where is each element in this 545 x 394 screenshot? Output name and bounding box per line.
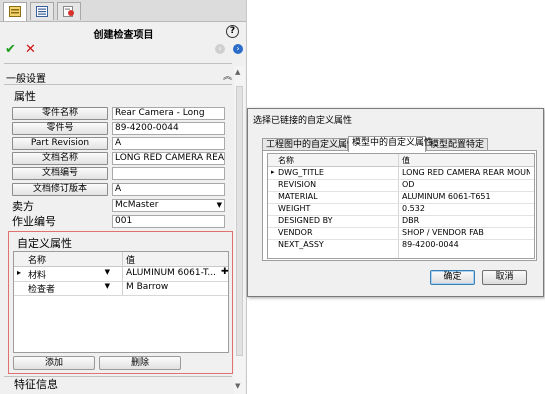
part-revision-field[interactable]: A: [112, 137, 225, 150]
property-name-select[interactable]: 检查者 ▼: [28, 282, 112, 295]
previous-page-icon[interactable]: ‹: [215, 44, 225, 54]
column-header-name: 名称: [28, 256, 47, 266]
link-property-icon[interactable]: ✚: [221, 267, 229, 277]
property-name: WEIGHT: [278, 204, 311, 213]
delete-button[interactable]: 删除: [99, 356, 181, 370]
page-title: 创建检查项目: [93, 30, 154, 41]
property-name: 检查者: [28, 285, 56, 295]
panel-header: 创建检查项目 ?: [0, 22, 247, 42]
table-row[interactable]: ▸ 材料 ▼ ALUMINUM 6061-T... ✚: [14, 267, 229, 282]
part-name-field[interactable]: Rear Camera - Long: [112, 107, 225, 120]
document-revision-field[interactable]: A: [112, 183, 225, 196]
document-number-field[interactable]: [112, 167, 225, 180]
chevron-down-icon[interactable]: ▼: [105, 282, 110, 290]
custom-properties-group: 自定义属性 名称 值 ▸ 材料 ▼ ALUMINUM 6061-T... ✚ 检查…: [8, 231, 233, 374]
property-value[interactable]: M Barrow: [126, 282, 222, 292]
row-pointer-icon: ▸: [17, 268, 22, 277]
property-value: LONG RED CAMERA REAR MOUNTI...: [402, 168, 530, 177]
scroll-up-icon[interactable]: ▲: [235, 68, 240, 76]
vendor-select[interactable]: McMaster ▼: [112, 199, 225, 212]
field-button-part-name[interactable]: 零件名称: [12, 107, 108, 120]
property-value: OD: [402, 180, 415, 189]
properties-group-title: 属性: [14, 90, 36, 103]
property-name: MATERIAL: [278, 192, 318, 201]
table-row[interactable]: NEXT_ASSY 89-4200-0044: [268, 239, 534, 251]
next-page-icon[interactable]: ›: [233, 44, 243, 54]
field-button-part-revision[interactable]: Part Revision: [12, 137, 108, 150]
tab-feature-manager[interactable]: [3, 2, 27, 21]
chevron-down-icon[interactable]: ▼: [105, 268, 110, 276]
property-name: NEXT_ASSY: [278, 240, 324, 249]
scroll-down-icon[interactable]: ▼: [235, 382, 240, 390]
property-value[interactable]: ALUMINUM 6061-T...: [126, 268, 222, 278]
table-header: 名称 值: [268, 154, 534, 167]
field-button-part-number[interactable]: 零件号: [12, 122, 108, 135]
property-name: REVISION: [278, 180, 317, 189]
tab-panel: 名称 值 ▸ DWG_TITLE LONG RED CAMERA REAR MO…: [262, 150, 537, 261]
panel-tab-strip: [0, 0, 247, 22]
vendor-label: 卖方: [12, 200, 34, 213]
property-manager-panel: 创建检查项目 ? ✔ ✕ ‹ › 一般设置 ︽ 属性 零件名称 Rear Cam…: [0, 0, 247, 394]
column-header-value: 值: [402, 156, 410, 165]
job-number-label: 作业编号: [12, 215, 56, 228]
table-row[interactable]: 检查者 ▼ M Barrow: [14, 281, 228, 296]
property-value: SHOP / VENDOR FAB: [402, 228, 484, 237]
collapse-chevron-icon[interactable]: ︽: [223, 69, 232, 82]
table-header: 名称 值: [14, 252, 228, 267]
property-value: ALUMINUM 6061-T651: [402, 192, 491, 201]
inspection-icon: [63, 6, 74, 17]
action-row: ✔ ✕ ‹ ›: [0, 42, 247, 60]
section-general-settings[interactable]: 一般设置 ︽: [4, 69, 232, 85]
cancel-x-icon[interactable]: ✕: [25, 42, 36, 57]
panel-scrollbar[interactable]: ▲ ▼: [234, 66, 245, 394]
chevron-down-icon[interactable]: ▼: [217, 200, 222, 211]
tab-property-manager[interactable]: [30, 2, 54, 20]
dialog-title: 选择已链接的自定义属性: [253, 116, 353, 126]
ok-button[interactable]: 确定: [430, 270, 475, 285]
row-pointer-icon: ▸: [271, 168, 275, 176]
part-number-field[interactable]: 89-4200-0044: [112, 122, 225, 135]
tab-model-custom-properties[interactable]: 模型中的自定义属性: [348, 136, 433, 152]
column-header-name: 名称: [278, 156, 294, 165]
field-button-document-revision[interactable]: 文档修订版本: [12, 183, 108, 196]
property-name: VENDOR: [278, 228, 313, 237]
tab-inspection[interactable]: [57, 2, 81, 20]
section-feature-info[interactable]: 特征信息: [14, 376, 58, 392]
document-name-field[interactable]: LONG RED CAMERA REAR MO: [112, 152, 225, 165]
property-value: DBR: [402, 216, 420, 225]
job-number-field[interactable]: 001: [112, 215, 225, 228]
help-icon[interactable]: ?: [226, 25, 239, 38]
divider: [4, 84, 232, 85]
property-name: 材料: [28, 271, 47, 281]
linked-custom-properties-dialog: 选择已链接的自定义属性 工程图中的自定义属性 模型中的自定义属性 模型配置特定 …: [247, 108, 544, 297]
field-button-document-name[interactable]: 文档名称: [12, 152, 108, 165]
section-title: 一般设置: [6, 74, 46, 85]
divider: [4, 63, 232, 64]
property-name: DESIGNED BY: [278, 216, 333, 225]
property-name-select[interactable]: 材料 ▼: [28, 268, 112, 281]
scrollbar-thumb[interactable]: [236, 86, 243, 356]
custom-properties-title: 自定义属性: [17, 237, 72, 250]
custom-properties-table: 名称 值 ▸ 材料 ▼ ALUMINUM 6061-T... ✚ 检查者 ▼ M B…: [13, 251, 229, 353]
vendor-value: McMaster: [115, 200, 159, 210]
add-button[interactable]: 添加: [13, 356, 95, 370]
ok-check-icon[interactable]: ✔: [5, 42, 16, 57]
property-value: 0.532: [402, 204, 425, 213]
property-value: 89-4200-0044: [402, 240, 459, 249]
cancel-button[interactable]: 取消: [482, 270, 527, 285]
property-name: DWG_TITLE: [278, 168, 324, 177]
column-header-value: 值: [126, 256, 136, 266]
model-properties-table: 名称 值 ▸ DWG_TITLE LONG RED CAMERA REAR MO…: [267, 153, 535, 259]
field-button-document-number[interactable]: 文档编号: [12, 167, 108, 180]
property-list-icon: [36, 6, 48, 17]
feature-tree-icon: [9, 6, 21, 17]
